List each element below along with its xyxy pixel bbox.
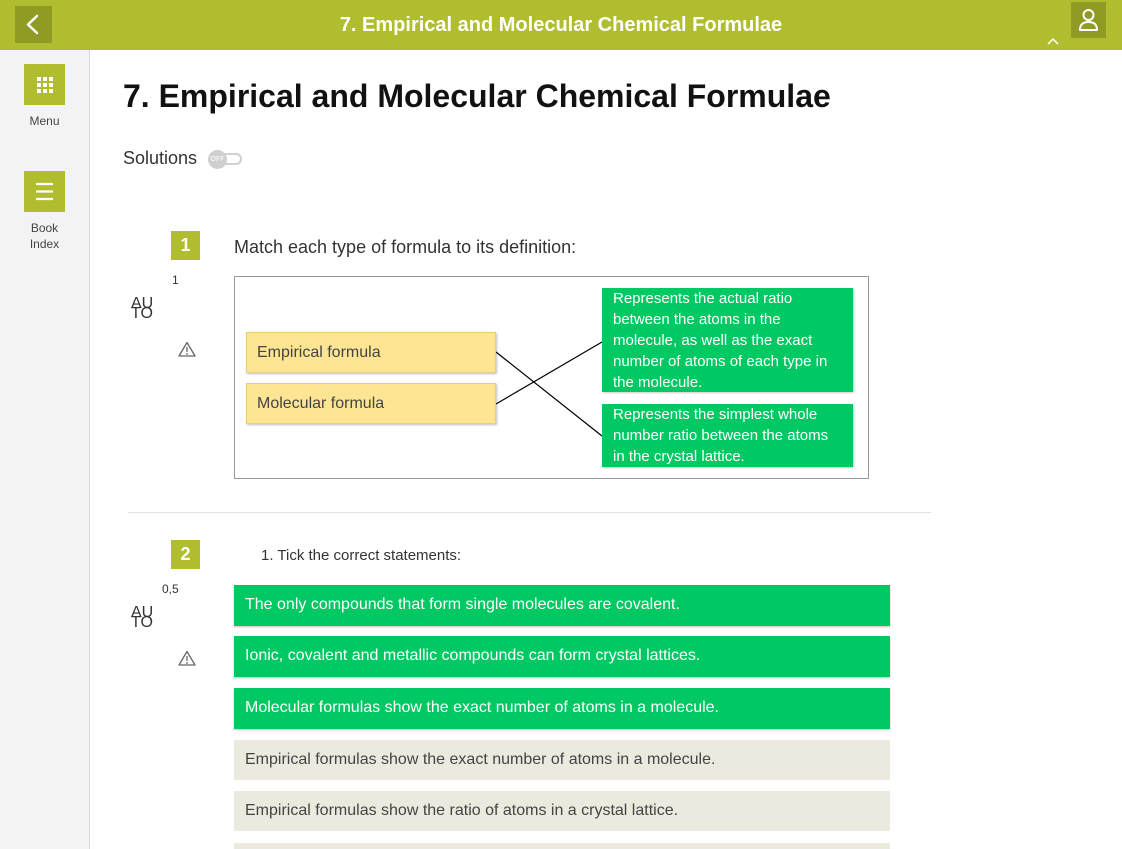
option-3[interactable]: Molecular formulas show the exact number… — [234, 688, 890, 729]
option-5[interactable]: Empirical formulas show the ratio of ato… — [234, 791, 890, 831]
option-2[interactable]: Ionic, covalent and metallic compounds c… — [234, 636, 890, 677]
match-right-simplest-ratio[interactable]: Represents the simplest whole number rat… — [602, 404, 853, 467]
question-number-2: 2 — [171, 540, 200, 569]
option-4[interactable]: Empirical formulas show the exact number… — [234, 740, 890, 780]
match-left-empirical[interactable]: Empirical formula — [246, 332, 496, 373]
option-1[interactable]: The only compounds that form single mole… — [234, 585, 890, 626]
auto-badge-line2: TO — [131, 614, 153, 631]
connector-line-1 — [495, 351, 603, 437]
question-divider — [128, 512, 931, 513]
match-right-actual-ratio[interactable]: Represents the actual ratio between the … — [602, 288, 853, 392]
question-prompt-2: 1. Tick the correct statements: — [261, 547, 462, 564]
auto-badge-2: AU TO — [131, 605, 157, 631]
question-score-2: 0,5 — [162, 582, 179, 596]
match-left-molecular[interactable]: Molecular formula — [246, 383, 496, 424]
warning-icon[interactable] — [178, 650, 196, 666]
option-6-partial[interactable] — [234, 843, 890, 849]
